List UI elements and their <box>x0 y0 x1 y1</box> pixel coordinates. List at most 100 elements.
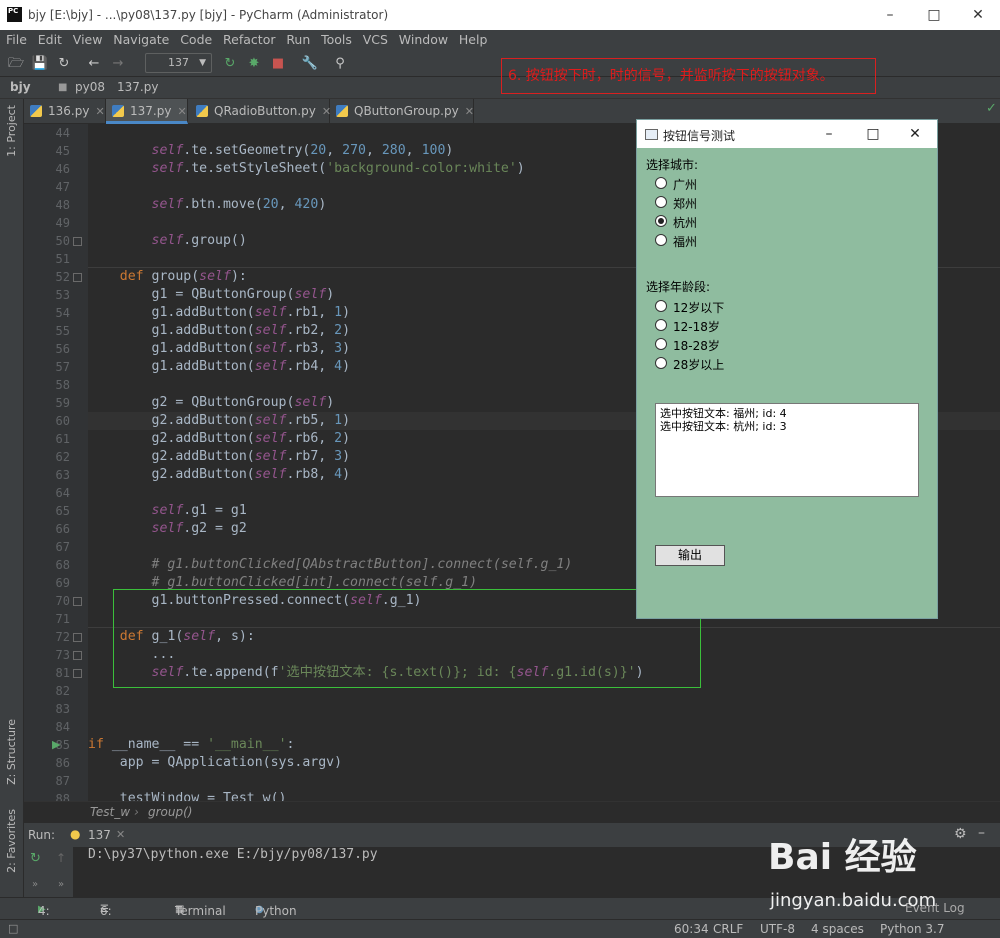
line-separator[interactable]: CRLF <box>713 922 743 936</box>
close-tab-icon[interactable]: ✕ <box>465 105 474 118</box>
status-bar: □ 60:34 CRLF UTF-8 4 spaces Python 3.7 <box>0 919 1000 938</box>
fold-marker-icon[interactable] <box>73 597 82 606</box>
qt-close-button[interactable]: ✕ <box>895 124 935 144</box>
tab-137-py[interactable]: 137.py ✕ <box>106 99 188 124</box>
city-group-label: 选择城市: <box>646 158 699 172</box>
line-number: 58 <box>55 378 70 392</box>
radio-button[interactable] <box>655 357 667 369</box>
qt-window-title: 按钮信号测试 <box>663 129 736 143</box>
open-folder-icon[interactable]: 🗁 <box>6 54 26 74</box>
menu-code[interactable]: Code <box>180 30 212 50</box>
nav-crumb-project[interactable]: bjy <box>10 80 31 94</box>
radio-button[interactable] <box>655 215 667 227</box>
close-run-tab-icon[interactable]: ✕ <box>116 828 125 841</box>
fold-marker-icon[interactable] <box>73 633 82 642</box>
expand-icon[interactable]: » <box>32 879 38 890</box>
line-number: 61 <box>55 432 70 446</box>
radio-label[interactable]: 28岁以上 <box>673 356 724 373</box>
line-number: 46 <box>55 162 70 176</box>
menu-file[interactable]: File <box>6 30 27 50</box>
close-tab-icon[interactable]: ✕ <box>95 105 104 118</box>
radio-label[interactable]: 福州 <box>673 233 697 250</box>
structure-tool-tab[interactable]: Z: Structure <box>5 719 18 785</box>
watermark-url: jingyan.baidu.com <box>770 890 937 911</box>
menu-bar: File Edit View Navigate Code Refactor Ru… <box>0 30 1000 50</box>
menu-vcs[interactable]: VCS <box>363 30 388 50</box>
stop-icon[interactable]: ■ <box>268 54 288 74</box>
run-gutter-icon[interactable]: ▶ <box>52 738 60 751</box>
fold-marker-icon[interactable] <box>73 273 82 282</box>
code-line: testWindow = Test_w() <box>88 791 287 801</box>
run-config-tab[interactable]: 137 <box>88 828 111 842</box>
favorites-tool-tab[interactable]: 2: Favorites <box>5 809 18 873</box>
run-config-dropdown[interactable]: 137 ▼ <box>145 53 212 73</box>
file-encoding[interactable]: UTF-8 <box>760 922 795 936</box>
window-title: bjy [E:\bjy] - ...\py08\137.py [bjy] - P… <box>28 8 389 22</box>
wrench-settings-icon[interactable]: 🔧 <box>300 54 320 74</box>
output-button[interactable]: 输出 <box>655 545 725 566</box>
line-number: 60 <box>55 414 70 428</box>
minimize-button[interactable]: – <box>868 2 912 28</box>
expand-icon[interactable]: » <box>58 879 64 890</box>
line-number: 71 <box>55 612 70 626</box>
line-number: 70 <box>55 594 70 608</box>
back-arrow-icon[interactable]: ← <box>84 54 104 74</box>
menu-window[interactable]: Window <box>399 30 448 50</box>
layout-toggle-icon[interactable]: □ <box>8 922 18 935</box>
line-number: 49 <box>55 216 70 230</box>
menu-edit[interactable]: Edit <box>38 30 62 50</box>
close-button[interactable]: ✕ <box>956 2 1000 28</box>
python-interpreter[interactable]: Python 3.7 <box>880 922 945 936</box>
menu-refactor[interactable]: Refactor <box>223 30 275 50</box>
tab-qradiobutton-py[interactable]: QRadioButton.py ✕ <box>190 99 331 124</box>
radio-button[interactable] <box>655 300 667 312</box>
fold-marker-icon[interactable] <box>73 651 82 660</box>
forward-arrow-icon[interactable]: → <box>108 54 128 74</box>
radio-button[interactable] <box>655 196 667 208</box>
radio-label[interactable]: 12-18岁 <box>673 318 720 335</box>
nav-crumb-file[interactable]: 137.py <box>117 80 158 94</box>
rerun-icon[interactable]: ↻ <box>30 851 41 866</box>
radio-label[interactable]: 12岁以下 <box>673 299 724 316</box>
save-icon[interactable]: 💾 <box>30 54 50 74</box>
rerun-icon[interactable]: ↻ <box>220 54 240 74</box>
scroll-up-icon[interactable]: ↑ <box>56 851 66 865</box>
menu-help[interactable]: Help <box>459 30 488 50</box>
maximize-button[interactable]: □ <box>912 2 956 28</box>
close-tab-icon[interactable]: ✕ <box>177 105 186 118</box>
output-text-edit[interactable]: 选中按钮文本: 福州; id: 4 选中按钮文本: 杭州; id: 3 <box>655 403 919 497</box>
tab-136-py[interactable]: 136.py ✕ <box>24 99 106 124</box>
radio-label[interactable]: 18-28岁 <box>673 337 720 354</box>
fold-marker-icon[interactable] <box>73 669 82 678</box>
qt-maximize-button[interactable]: □ <box>853 124 893 144</box>
radio-button[interactable] <box>655 319 667 331</box>
menu-navigate[interactable]: Navigate <box>113 30 169 50</box>
debug-bug-icon[interactable]: ✸ <box>244 54 264 74</box>
tab-qbuttongroup-py[interactable]: QButtonGroup.py ✕ <box>330 99 474 124</box>
radio-label[interactable]: 杭州 <box>673 214 697 231</box>
qt-minimize-button[interactable]: – <box>809 124 849 144</box>
radio-button[interactable] <box>655 338 667 350</box>
search-icon[interactable]: ⚲ <box>330 54 350 74</box>
code-line: if __name__ == '__main__': <box>88 737 295 752</box>
qt-test-window: 按钮信号测试 – □ ✕ 选择城市: 选择年龄段: 选中按钮文本: 福州; id… <box>636 119 938 619</box>
crumb-class[interactable]: Test_w <box>90 805 130 819</box>
fold-marker-icon[interactable] <box>73 237 82 246</box>
crumb-method[interactable]: group() <box>148 805 192 819</box>
radio-label[interactable]: 郑州 <box>673 195 697 212</box>
radio-label[interactable]: 广州 <box>673 176 697 193</box>
sync-icon[interactable]: ↻ <box>54 54 74 74</box>
menu-run[interactable]: Run <box>286 30 310 50</box>
left-tool-strip: 1: Project Z: Structure 2: Favorites <box>0 99 24 919</box>
caret-position[interactable]: 60:34 <box>674 922 709 936</box>
tutorial-annotation: 6. 按钮按下时，时的信号，并监听按下的按钮对象。 <box>501 58 876 94</box>
menu-view[interactable]: View <box>73 30 103 50</box>
indent-setting[interactable]: 4 spaces <box>811 922 864 936</box>
nav-crumb-folder[interactable]: py08 <box>75 80 105 94</box>
menu-tools[interactable]: Tools <box>321 30 352 50</box>
radio-button[interactable] <box>655 234 667 246</box>
radio-button[interactable] <box>655 177 667 189</box>
project-tool-tab[interactable]: 1: Project <box>5 105 18 157</box>
